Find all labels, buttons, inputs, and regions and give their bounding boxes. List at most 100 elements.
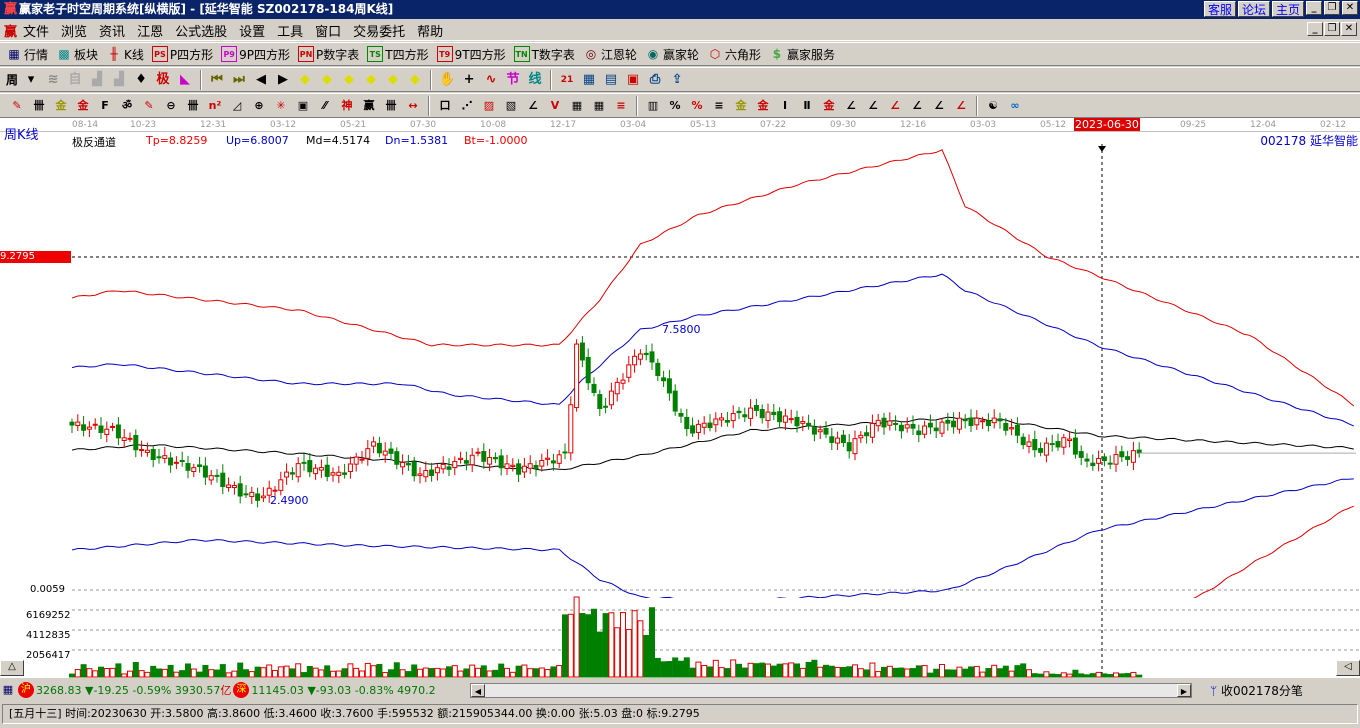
gold-circle-icon[interactable]: 金: [733, 98, 749, 114]
kline-chart[interactable]: 周K线 极反通道 Tp=8.8259 Up=6.8007 Md=4.5174 D…: [0, 128, 1360, 678]
circle-icon[interactable]: ⊖: [163, 98, 179, 114]
toolbar-button[interactable]: ╫ K线: [106, 46, 144, 63]
ying-icon[interactable]: 赢: [361, 98, 377, 114]
grid-icon[interactable]: ▦: [569, 98, 585, 114]
move-left-icon[interactable]: ◆: [297, 72, 313, 88]
target-icon[interactable]: ⊕: [251, 98, 267, 114]
gold2-icon[interactable]: 金: [75, 98, 91, 114]
tick-detail-label[interactable]: ᛘ 收002178分笔: [1210, 682, 1303, 699]
parallel-icon[interactable]: 卌: [31, 98, 47, 114]
toolbar-button[interactable]: PN P数字表: [298, 46, 359, 63]
calculator-icon[interactable]: ▦: [581, 72, 597, 88]
si-angle-icon[interactable]: ∠: [953, 98, 969, 114]
lines-icon[interactable]: 卌: [185, 98, 201, 114]
hand-icon[interactable]: ✋: [439, 72, 455, 88]
f-icon[interactable]: F: [97, 98, 113, 114]
first-icon[interactable]: ⏮: [209, 72, 225, 88]
menu-item[interactable]: 资讯: [93, 21, 131, 40]
toolbar-button[interactable]: ◎ 江恩轮: [583, 46, 637, 63]
expand-up-button[interactable]: △: [0, 660, 24, 676]
j-angle-icon[interactable]: ∠: [843, 98, 859, 114]
ab-icon[interactable]: Ⅱ: [799, 98, 815, 114]
collapse-button[interactable]: ◁: [1336, 660, 1360, 676]
fan-box2-icon[interactable]: ▧: [503, 98, 519, 114]
toolbar-button[interactable]: TS T四方形: [367, 46, 429, 63]
percent-lines-icon[interactable]: ≡: [711, 98, 727, 114]
save-icon[interactable]: ▣: [625, 72, 641, 88]
scroll-right-button[interactable]: ▶: [1177, 684, 1191, 697]
arrow-icon[interactable]: Ⅰ: [777, 98, 793, 114]
brush-icon[interactable]: ✎: [141, 98, 157, 114]
menu-item[interactable]: 帮助: [411, 21, 449, 40]
jie-icon[interactable]: 节: [505, 72, 521, 88]
menu-item[interactable]: 浏览: [55, 21, 93, 40]
close-button[interactable]: ✕: [1342, 1, 1358, 15]
wave-icon[interactable]: ∿: [483, 72, 499, 88]
pen-icon[interactable]: ✎: [9, 98, 25, 114]
spiral-icon[interactable]: ॐ: [119, 98, 135, 114]
menu-item[interactable]: 工具: [271, 21, 309, 40]
percent-icon[interactable]: %: [689, 98, 705, 114]
dropdown-icon[interactable]: ▾: [23, 72, 39, 88]
print-icon[interactable]: ⎙: [647, 72, 663, 88]
fan-icon[interactable]: ◣: [177, 72, 193, 88]
menu-item[interactable]: 文件: [17, 21, 55, 40]
star-icon[interactable]: ✳: [273, 98, 289, 114]
toolbar-button[interactable]: T9 9T四方形: [436, 46, 506, 63]
chart-small2-icon[interactable]: ▟: [111, 72, 127, 88]
child-restore-button[interactable]: ❐: [1324, 22, 1340, 36]
horizontal-scrollbar[interactable]: ◀ ▶: [470, 683, 1192, 698]
hatch-icon[interactable]: ≡: [613, 98, 629, 114]
period-select[interactable]: 周: [6, 71, 18, 88]
service-link[interactable]: 客服: [1203, 1, 1236, 17]
infinity-icon[interactable]: ∞: [1007, 98, 1023, 114]
toolbar-button[interactable]: ▩ 板块: [56, 46, 98, 63]
toolbar-button[interactable]: $ 赢家服务: [769, 46, 835, 63]
scroll-left-button[interactable]: ◀: [471, 684, 485, 697]
angle-icon[interactable]: ∠: [525, 98, 541, 114]
gold-angle-icon[interactable]: ∠: [887, 98, 903, 114]
menu-item[interactable]: 江恩: [131, 21, 169, 40]
fan-lines-icon[interactable]: ⋰: [459, 98, 475, 114]
chart-small-icon[interactable]: ▟: [89, 72, 105, 88]
gold3-icon[interactable]: 金: [821, 98, 837, 114]
square-icon[interactable]: ▣: [295, 98, 311, 114]
fit-icon[interactable]: ◆: [407, 72, 423, 88]
export-icon[interactable]: ⇪: [669, 72, 685, 88]
bar-type-icon[interactable]: ♦: [133, 72, 149, 88]
zoom-icon[interactable]: ◆: [385, 72, 401, 88]
menu-item[interactable]: 公式选股: [169, 21, 233, 40]
last-icon[interactable]: ⏭: [231, 72, 247, 88]
span-icon[interactable]: ↔: [405, 98, 421, 114]
gold-lines-icon[interactable]: 金: [755, 98, 771, 114]
percent-fan-icon[interactable]: %: [667, 98, 683, 114]
shen-icon[interactable]: 神: [339, 98, 355, 114]
yinyang-icon[interactable]: ☯: [985, 98, 1001, 114]
xian-icon[interactable]: 线: [527, 72, 543, 88]
crosshair-icon[interactable]: +: [461, 72, 477, 88]
menu-item[interactable]: 窗口: [309, 21, 347, 40]
toolbar-button[interactable]: P9 9P四方形: [221, 46, 290, 63]
grid2-icon[interactable]: ▦: [591, 98, 607, 114]
menu-item[interactable]: 设置: [233, 21, 271, 40]
ying-angle-icon[interactable]: ∠: [931, 98, 947, 114]
toolbar-button[interactable]: PS P四方形: [151, 46, 213, 63]
forum-link[interactable]: 论坛: [1237, 1, 1270, 17]
triangle-icon[interactable]: ◿: [229, 98, 245, 114]
toolbar-button[interactable]: ▦ 行情: [6, 46, 48, 63]
f-angle-icon[interactable]: ∠: [865, 98, 881, 114]
child-minimize-button[interactable]: _: [1307, 22, 1323, 36]
quote-table-icon[interactable]: ▦: [0, 682, 16, 698]
n2-icon[interactable]: n²: [207, 98, 223, 114]
slash-icon[interactable]: ⁄⁄: [317, 98, 333, 114]
move-right-icon[interactable]: ◆: [319, 72, 335, 88]
menu-item[interactable]: 交易委托: [347, 21, 411, 40]
vee-icon[interactable]: V: [547, 98, 563, 114]
child-close-button[interactable]: ✕: [1341, 22, 1357, 36]
notes-icon[interactable]: 自: [67, 72, 83, 88]
home-link[interactable]: 主页: [1271, 1, 1304, 17]
gold-icon[interactable]: 金: [53, 98, 69, 114]
shen-angle-icon[interactable]: ∠: [909, 98, 925, 114]
minimize-button[interactable]: _: [1306, 1, 1322, 15]
restore-button[interactable]: ❐: [1324, 1, 1340, 15]
